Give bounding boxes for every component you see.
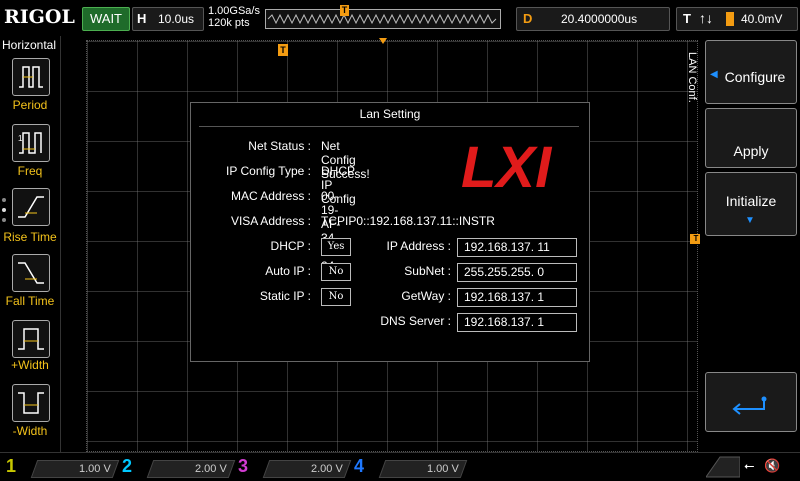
trigger-source-indicator [726,12,734,26]
negative-width-label: -Width [12,424,48,438]
subnet-label: SubNet : [404,264,451,278]
lan-conf-menu: ◀ Configure Apply Initialize ▼ [700,36,800,452]
mac-address-value: 00-19-AF-34-F0-24 [321,189,341,273]
positive-width-button[interactable] [12,320,50,358]
title-divider [199,126,579,127]
channel-1-volts: 1.00 V [79,463,111,475]
rigol-logo: RIGOL [4,6,75,28]
configure-button[interactable]: ◀ Configure [705,40,797,104]
edge-both-icon: ↑↓ [699,10,713,26]
trigger-position-marker: T [340,5,349,16]
trigger-center-arrow-icon [379,38,387,44]
channel-4-number: 4 [354,456,365,476]
channel-4[interactable]: 4 1.00 V [354,456,468,480]
static-ip-label: Static IP : [259,289,311,303]
memory-waveform-icon [267,13,497,25]
initialize-label: Initialize [725,193,777,209]
freq-label: Freq [17,164,43,178]
page-dot-3 [2,218,6,222]
speaker-mute-icon[interactable]: 🔇 [764,458,780,474]
lxi-logo-text: LXI [461,135,553,195]
horizontal-menu-title: Horizontal [2,38,57,52]
ip-address-field[interactable]: 192.168.137. 11 [457,238,577,257]
channel-2-volts: 2.00 V [195,463,227,475]
channel-bar: 1 1.00 V 2 2.00 V 3 2.00 V 4 1.00 V [0,452,800,481]
channel-1-scale: 1.00 V [30,460,120,478]
top-status-bar: RIGOL WAIT H 10.0us 1.00GSa/s 120k pts T… [0,0,800,36]
delay-value: 20.4000000us [561,12,638,26]
negative-width-icon [18,392,44,414]
negative-width-button[interactable] [12,384,50,422]
channel-2-scale: 2.00 V [146,460,236,478]
period-label: Period [12,98,48,112]
sample-rate: 1.00GSa/s [208,5,260,17]
frequency-icon: 1 [18,132,42,154]
auto-ip-label: Auto IP : [265,264,311,278]
memory-depth: 120k pts [208,17,250,29]
ip-config-type-label: IP Config Type : [226,164,311,178]
trigger-box[interactable]: T ↑↓ 40.0mV [676,7,798,31]
delay-box[interactable]: D 20.4000000us [516,7,670,31]
lan-conf-title: LAN Conf. [686,52,698,103]
trigger-time-marker[interactable]: T [278,44,288,56]
fall-time-label: Fall Time [5,294,55,308]
return-icon [732,396,767,415]
net-status-label: Net Status : [248,139,311,153]
memory-overview[interactable] [265,9,501,29]
delay-label: D [523,11,533,26]
channel-4-volts: 1.00 V [427,463,459,475]
freq-button[interactable]: 1 [12,124,50,162]
run-status-badge[interactable]: WAIT [82,7,130,31]
gateway-label: GetWay : [401,289,451,303]
positive-width-label: +Width [11,358,49,372]
period-icon [19,66,43,88]
gateway-field[interactable]: 192.168.137. 1 [457,288,577,307]
fall-time-button[interactable] [12,254,50,292]
visa-address-value: TCPIP0::192.168.137.11::INSTR [321,214,495,228]
page-dot-2 [2,208,6,212]
dropdown-arrow-icon: ▼ [745,215,755,226]
rise-time-icon [18,196,44,218]
period-button[interactable] [12,58,50,96]
configure-label: Configure [724,69,786,85]
svg-text:1: 1 [18,134,23,143]
ip-address-label: IP Address : [386,239,451,253]
channel-3-scale: 2.00 V [262,460,352,478]
channel-4-scale: 1.00 V [378,460,468,478]
timebase-box[interactable]: H 10.0us [132,7,204,31]
channel-3[interactable]: 3 2.00 V [238,456,352,480]
status-corner-icon [706,456,740,478]
channel-3-number: 3 [238,456,249,476]
positive-width-icon [18,328,44,350]
initialize-button[interactable]: Initialize ▼ [705,172,797,236]
rise-time-label: Rise Time [3,230,57,244]
page-dot-1 [2,198,6,202]
visa-address-label: VISA Address : [230,214,311,228]
dialog-title: Lan Setting [359,107,421,121]
dns-server-field[interactable]: 192.168.137. 1 [457,313,577,332]
timebase-label: H [137,11,147,26]
dns-server-label: DNS Server : [380,314,451,328]
horizontal-menu: Horizontal Period 1 Freq Rise Time Fall … [0,36,61,452]
lan-setting-dialog: Lan Setting Net Status : Net Config Succ… [190,102,590,362]
channel-1[interactable]: 1 1.00 V [6,456,120,480]
channel-2[interactable]: 2 2.00 V [122,456,236,480]
dhcp-label: DHCP : [270,239,311,253]
subnet-field[interactable]: 255.255.255. 0 [457,263,577,282]
channel-2-number: 2 [122,456,133,476]
trigger-label: T [683,11,691,26]
apply-label: Apply [733,143,769,159]
apply-button[interactable]: Apply [705,108,797,168]
fall-time-icon [18,262,44,284]
channel-1-number: 1 [6,456,17,476]
rise-time-button[interactable] [12,188,50,226]
channel-3-volts: 2.00 V [311,463,343,475]
usb-icon: ⭠ [744,458,755,473]
lxi-logo: LXI [461,135,553,195]
return-button[interactable] [705,372,797,432]
acquisition-info: 1.00GSa/s 120k pts [208,5,260,29]
trigger-level: 40.0mV [741,12,783,26]
timebase-value: 10.0us [158,12,195,26]
mac-address-label: MAC Address : [230,189,311,203]
